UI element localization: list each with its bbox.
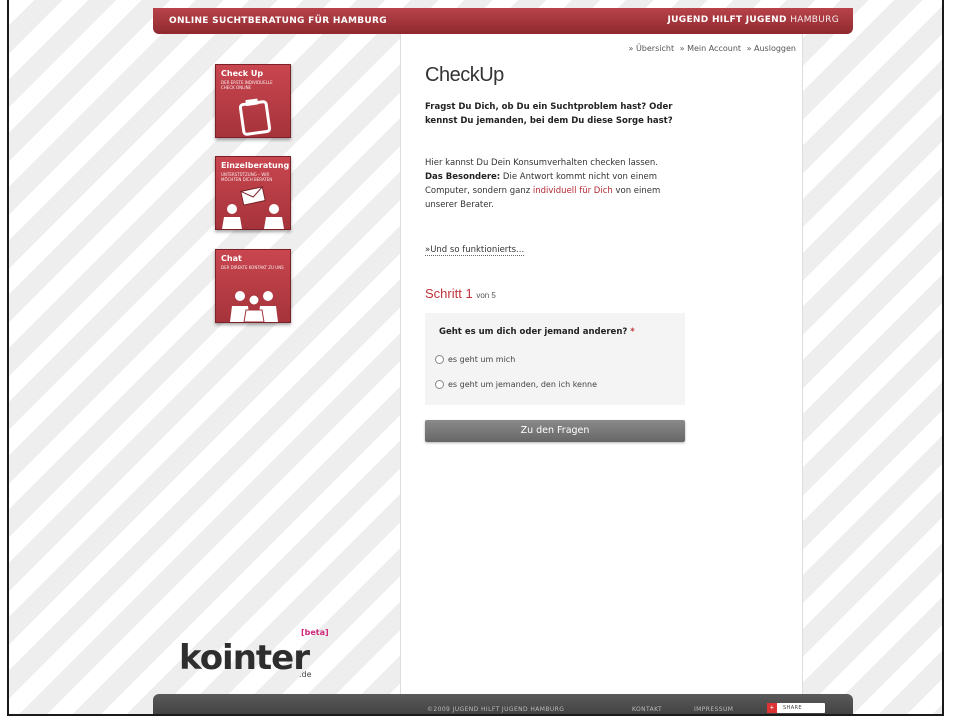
radio-label: es geht um mich [448, 355, 516, 364]
tile-title: Check Up [221, 69, 264, 78]
footer-impressum-link[interactable]: IMPRESSUM [694, 706, 733, 713]
kointer-logo[interactable]: kointer [beta] .de [179, 628, 339, 679]
tile-title: Chat [221, 254, 242, 263]
brand-title[interactable]: JUGEND HILFT JUGEND HAMBURG [668, 15, 839, 25]
intro-paragraph-1: Hier kannst Du Dein Konsumverhalten chec… [425, 158, 658, 168]
step-indicator: Schritt 1 von 5 [425, 286, 496, 301]
group-people-icon [230, 291, 278, 322]
logo-tld: .de [299, 670, 312, 679]
footer-kontakt-link[interactable]: KONTAKT [632, 706, 662, 713]
radio-label: es geht um jemanden, den ich kenne [448, 380, 598, 389]
tile-subtitle: UNTERSTÜTZUNG – WIR MÖCHTEN DICH BERATEN [221, 172, 273, 182]
header-bar: ONLINE SUCHTBERATUNG FÜR HAMBURG JUGEND … [153, 8, 853, 34]
intro-bold: Das Besondere: [425, 172, 501, 182]
submit-button[interactable]: Zu den Fragen [425, 420, 685, 442]
tile-title: Einzelberatung [221, 161, 290, 170]
tile-subtitle: DER DIREKTE KONTAKT ZU UNS [221, 265, 284, 270]
nav-ausloggen[interactable]: » Ausloggen [747, 44, 796, 53]
nav-mein-account[interactable]: » Mein Account [680, 44, 741, 53]
site-title: ONLINE SUCHTBERATUNG FÜR HAMBURG [169, 16, 387, 26]
top-navigation: » Übersicht » Mein Account » Ausloggen [626, 44, 797, 53]
share-button[interactable]: + SHARE [767, 703, 825, 713]
share-plus-icon: + [767, 703, 777, 713]
logo-wordmark: kointer [179, 638, 310, 678]
step-of: von 5 [476, 291, 496, 300]
question-text: Geht es um dich oder jemand anderen? [439, 327, 628, 337]
radio-option-someone[interactable]: es geht um jemanden, den ich kenne [435, 380, 597, 389]
footer-copyright: ©2009 JUGEND HILFT JUGEND HAMBURG [427, 706, 565, 713]
mail-people-icon [222, 186, 284, 229]
tile-subtitle: DER ERSTE INDIVIDUELLE CHECK ONLINE [221, 80, 273, 90]
sidebar-tile-chat[interactable]: Chat DER DIREKTE KONTAKT ZU UNS [215, 249, 291, 323]
logo-beta-badge: [beta] [301, 628, 329, 637]
howto-link[interactable]: »Und so funktionierts... [425, 245, 525, 256]
radio-button[interactable] [435, 380, 444, 389]
step-label: Schritt 1 [425, 286, 473, 301]
intro-highlight: individuell für Dich [532, 186, 613, 196]
radio-option-me[interactable]: es geht um mich [435, 355, 515, 364]
question-box: Geht es um dich oder jemand anderen? * e… [425, 313, 685, 405]
required-mark: * [630, 327, 635, 337]
share-label: SHARE [783, 705, 802, 711]
browser-frame: ONLINE SUCHTBERATUNG FÜR HAMBURG JUGEND … [7, 0, 944, 716]
intro-text: Hier kannst Du Dein Konsumverhalten chec… [425, 156, 695, 212]
brand-title-thin: HAMBURG [790, 15, 839, 25]
question-label: Geht es um dich oder jemand anderen? * [439, 327, 635, 337]
content-panel: » Übersicht » Mein Account » Ausloggen C… [400, 34, 803, 694]
sidebar-tile-einzelberatung[interactable]: Einzelberatung UNTERSTÜTZUNG – WIR MÖCHT… [215, 156, 291, 230]
intro-question: Fragst Du Dich, ob Du ein Suchtproblem h… [425, 102, 673, 126]
page-title: CheckUp [425, 64, 504, 86]
footer-bar: ©2009 JUGEND HILFT JUGEND HAMBURG KONTAK… [153, 694, 853, 714]
brand-title-bold: JUGEND HILFT JUGEND [667, 15, 787, 25]
radio-button[interactable] [435, 355, 444, 364]
clipboard-icon [238, 98, 272, 136]
nav-uebersicht[interactable]: » Übersicht [629, 44, 675, 53]
sidebar-tile-checkup[interactable]: Check Up DER ERSTE INDIVIDUELLE CHECK ON… [215, 64, 291, 138]
